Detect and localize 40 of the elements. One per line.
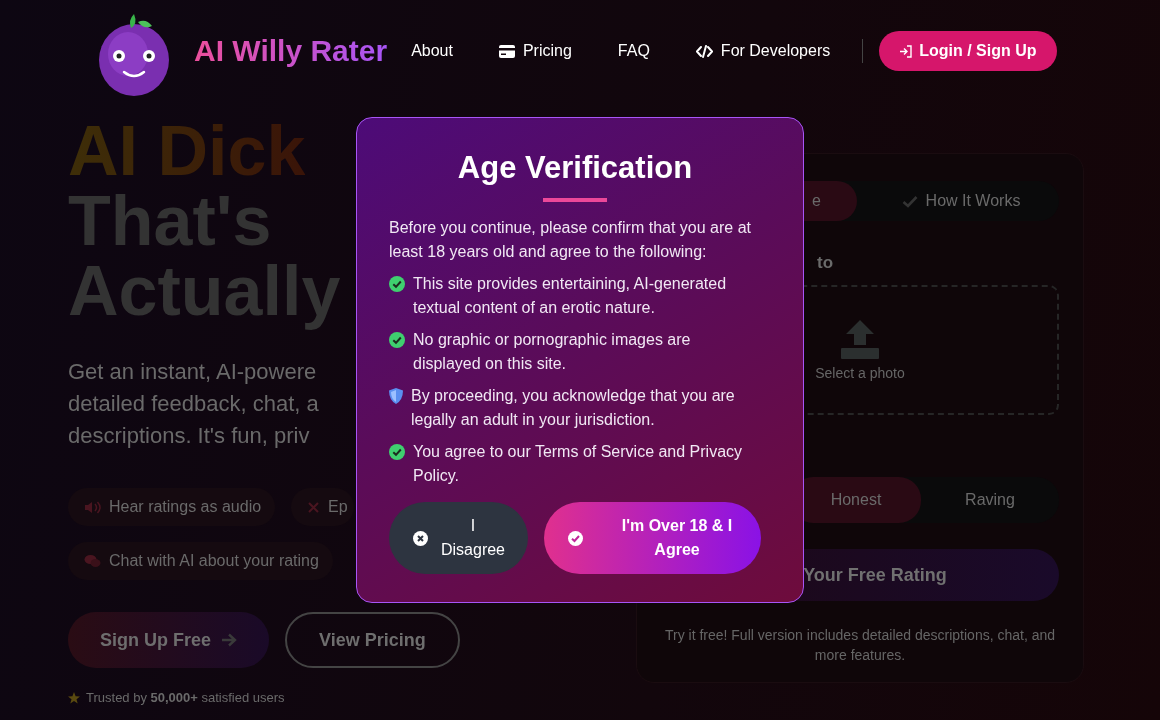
- intro-text-line: detailed feedback, chat, a: [68, 390, 319, 418]
- trust-text: Trusted by 50,000+ satisfied users: [86, 690, 285, 705]
- sign-up-button[interactable]: Sign Up Free: [68, 612, 269, 668]
- check-circle-icon: [389, 332, 405, 348]
- term-text: You agree to our Terms of Service and Privacy Policy.: [413, 442, 744, 486]
- credit-card-icon: [498, 44, 515, 58]
- login-button[interactable]: Login / Sign Up: [879, 31, 1057, 71]
- feature-chip: Ep: [291, 488, 354, 526]
- sign-in-icon: [899, 44, 914, 58]
- upload-label: to: [817, 253, 835, 273]
- arrow-right-icon: [221, 633, 237, 647]
- view-pricing-button[interactable]: View Pricing: [285, 612, 460, 668]
- feature-chip: Chat with AI about your rating: [68, 542, 333, 580]
- agree-button[interactable]: I'm Over 18 & I Agree: [544, 502, 761, 574]
- star-icon: [68, 691, 80, 704]
- feature-chip: Hear ratings as audio: [68, 488, 276, 526]
- shield-icon: [389, 388, 403, 404]
- upload-icon: [840, 319, 880, 359]
- code-icon: [695, 44, 713, 58]
- tab[interactable]: How It Works: [863, 181, 1059, 221]
- dialog-title: Age Verification: [456, 149, 694, 187]
- dialog-intro: Before you continue, please confirm that you are at least 18 years old and agree to the following:: [389, 218, 752, 262]
- speaker-icon: [84, 500, 101, 514]
- nav-link[interactable]: About: [411, 42, 453, 60]
- check-icon: [901, 194, 918, 208]
- nav-link[interactable]: Pricing: [498, 42, 572, 60]
- nav-link[interactable]: FAQ: [617, 42, 650, 60]
- close-circle-icon: [413, 530, 428, 546]
- check-circle-icon: [568, 530, 583, 546]
- intro-text-line: descriptions. It's fun, priv: [68, 422, 310, 450]
- check-circle-icon: [389, 276, 405, 292]
- upload-hint: Select a photo: [815, 365, 905, 381]
- cross-icon: [307, 500, 321, 514]
- disagree-button[interactable]: I Disagree: [389, 502, 528, 574]
- trial-note: Try it free! Full version includes detailed descriptions, chat, and more features.: [663, 626, 1057, 665]
- nav-link[interactable]: For Developers: [695, 42, 831, 60]
- tone-option[interactable]: Raving: [921, 477, 1059, 523]
- chat-bubbles-icon: [84, 554, 101, 568]
- check-circle-icon: [389, 444, 405, 460]
- intro-text-line: Get an instant, AI-powere: [68, 358, 317, 386]
